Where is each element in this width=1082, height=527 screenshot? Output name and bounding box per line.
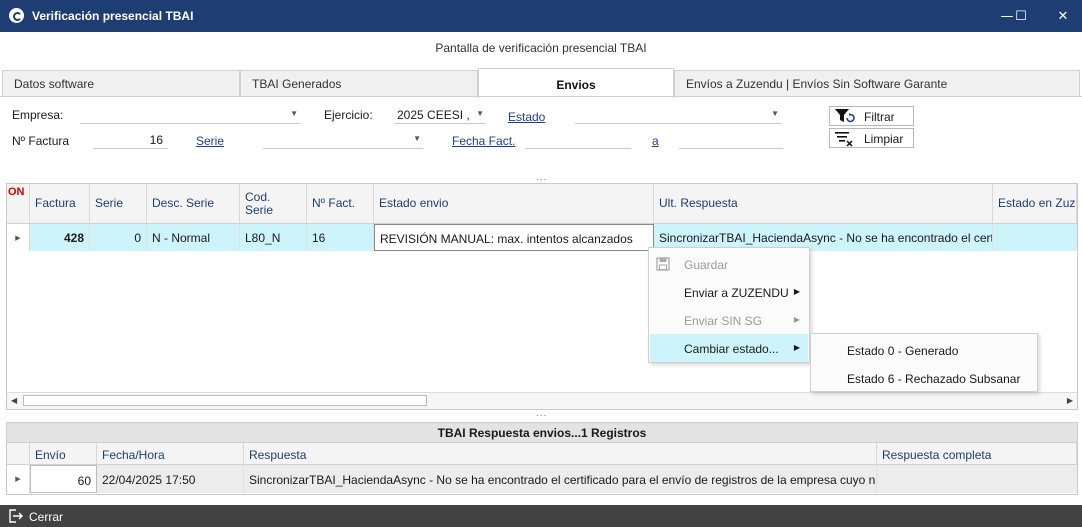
chevron-down-icon: ▼ <box>290 109 298 118</box>
scrollbar-thumb[interactable] <box>23 395 427 406</box>
submenu-arrow-icon: ▶ <box>793 315 800 324</box>
response-grid: Envío Fecha/Hora Respuesta Respuesta com… <box>6 443 1078 495</box>
menu-item-estado-0[interactable]: Estado 0 - Generado <box>812 336 1036 364</box>
empresa-select[interactable]: ▼ <box>80 106 300 124</box>
footer-bar: Cerrar <box>0 505 1082 527</box>
scroll-left-icon[interactable]: ◀ <box>11 396 17 405</box>
column-header-respuesta-completa[interactable]: Respuesta completa <box>877 443 1077 465</box>
window-title: Verificación presencial TBAI <box>32 9 194 23</box>
filtrar-button[interactable]: Filtrar <box>829 106 914 126</box>
cell-fecha-hora[interactable]: 22/04/2025 17:50 <box>97 465 244 493</box>
column-header-estado-envio[interactable]: Estado envio <box>374 184 654 224</box>
fecha-fact-link[interactable]: Fecha Fact. <box>452 134 515 148</box>
splitter-handle[interactable]: ... <box>536 408 547 419</box>
response-panel-title: TBAI Respuesta envios...1 Registros <box>6 422 1078 443</box>
estado-select[interactable]: ▼ <box>575 106 781 124</box>
tab-datos-software[interactable]: Datos software <box>2 70 240 96</box>
cerrar-label: Cerrar <box>29 510 64 524</box>
splitter-handle[interactable]: ... <box>536 172 547 183</box>
clear-filter-icon <box>835 132 853 147</box>
column-header-nfact[interactable]: Nº Fact. <box>307 184 374 224</box>
row-indicator-icon: ▶ <box>7 465 30 493</box>
maximize-button[interactable]: ☐ <box>998 0 1044 32</box>
column-header-respuesta[interactable]: Respuesta <box>244 443 877 465</box>
cell-respuesta-completa[interactable] <box>877 465 1077 493</box>
tab-divider <box>0 96 1082 97</box>
menu-item-enviar-zuzendu[interactable]: Enviar a ZUZENDU ▶ <box>650 278 808 306</box>
filtrar-label: Filtrar <box>864 110 895 124</box>
empresa-label: Empresa: <box>12 108 64 122</box>
tab-envios-zuzendu[interactable]: Envíos a Zuzendu | Envíos Sin Software G… <box>674 70 1080 96</box>
column-header-fecha-hora[interactable]: Fecha/Hora <box>97 443 244 465</box>
app-logo-icon <box>9 8 24 23</box>
submenu-cambiar-estado: Estado 0 - Generado Estado 6 - Rechazado… <box>810 333 1038 392</box>
fecha-desde-input[interactable] <box>525 131 631 149</box>
serie-select[interactable]: ▼ <box>263 131 423 149</box>
cell-cod-serie[interactable]: L80_N <box>240 224 307 251</box>
cell-estado-zuzendu[interactable] <box>993 224 1077 251</box>
title-bar: Verificación presencial TBAI — ☐ ✕ <box>0 0 1082 32</box>
ejercicio-select[interactable]: 2025 CEESI , ▼ <box>394 106 486 124</box>
context-menu: Guardar Enviar a ZUZENDU ▶ Enviar SIN SG… <box>648 247 810 363</box>
cell-envio[interactable]: 60 <box>30 465 97 493</box>
column-header-envio[interactable]: Envío <box>30 443 97 465</box>
row-indicator-icon: ▶ <box>7 224 30 251</box>
submenu-arrow-icon: ▶ <box>793 287 800 296</box>
menu-item-estado-6[interactable]: Estado 6 - Rechazado Subsanar <box>812 364 1036 392</box>
column-header-estado-zuzendu[interactable]: Estado en Zuze <box>993 184 1077 224</box>
guardar-label: Guardar <box>684 258 729 272</box>
scroll-right-icon[interactable]: ▶ <box>1067 396 1073 405</box>
cell-respuesta[interactable]: SincronizarTBAI_HaciendaAsync - No se ha… <box>244 465 877 493</box>
save-icon <box>656 257 670 271</box>
chevron-down-icon: ▼ <box>771 109 779 118</box>
submenu-arrow-icon: ▶ <box>793 343 800 352</box>
limpiar-label: Limpiar <box>864 132 904 146</box>
menu-item-guardar[interactable]: Guardar <box>650 250 808 278</box>
horizontal-scrollbar[interactable]: ◀ ▶ <box>7 392 1077 409</box>
cell-estado-envio[interactable]: REVISIÓN MANUAL: max. intentos alcanzado… <box>374 224 654 251</box>
chevron-down-icon: ▼ <box>413 134 421 143</box>
menu-item-cambiar-estado[interactable]: Cambiar estado... ▶ <box>650 334 808 362</box>
row-header-spacer <box>7 443 30 465</box>
column-header-desc-serie[interactable]: Desc. Serie <box>147 184 240 224</box>
ejercicio-label: Ejercicio: <box>324 108 373 122</box>
limpiar-button[interactable]: Limpiar <box>829 128 914 148</box>
tab-tbai-generados[interactable]: TBAI Generados <box>240 70 478 96</box>
menu-item-enviar-sin-sg[interactable]: Enviar SIN SG ▶ <box>650 306 808 334</box>
nfactura-label: Nº Factura <box>12 134 70 148</box>
cell-nfact[interactable]: 16 <box>307 224 374 251</box>
tab-envios[interactable]: Envios <box>478 68 674 98</box>
exit-icon <box>9 509 23 523</box>
on-label: ON <box>7 184 30 224</box>
column-header-serie[interactable]: Serie <box>90 184 147 224</box>
cell-desc-serie[interactable]: N - Normal <box>147 224 240 251</box>
cambiar-estado-label: Cambiar estado... <box>684 342 779 356</box>
estado-link[interactable]: Estado <box>508 110 545 124</box>
enviar-sin-sg-label: Enviar SIN SG <box>684 314 763 328</box>
nfactura-input[interactable]: 16 <box>93 131 168 149</box>
cell-serie[interactable]: 0 <box>90 224 147 251</box>
filter-refresh-icon <box>835 109 855 123</box>
column-header-factura[interactable]: Factura <box>30 184 90 224</box>
cell-factura[interactable]: 428 <box>30 224 90 251</box>
serie-link[interactable]: Serie <box>196 134 224 148</box>
column-header-cod-serie[interactable]: Cod. Serie <box>240 184 307 224</box>
enviar-zuzendu-label: Enviar a ZUZENDU <box>684 286 789 300</box>
column-header-ult-respuesta[interactable]: Ult. Respuesta <box>654 184 993 224</box>
cerrar-button[interactable]: Cerrar <box>0 505 80 527</box>
page-title: Pantalla de verificación presencial TBAI <box>435 41 647 55</box>
close-window-button[interactable]: ✕ <box>1040 0 1082 32</box>
fecha-a-link[interactable]: a <box>652 134 659 148</box>
fecha-hasta-input[interactable] <box>679 131 783 149</box>
chevron-down-icon: ▼ <box>476 109 484 118</box>
ejercicio-value: 2025 CEESI , <box>397 108 470 122</box>
